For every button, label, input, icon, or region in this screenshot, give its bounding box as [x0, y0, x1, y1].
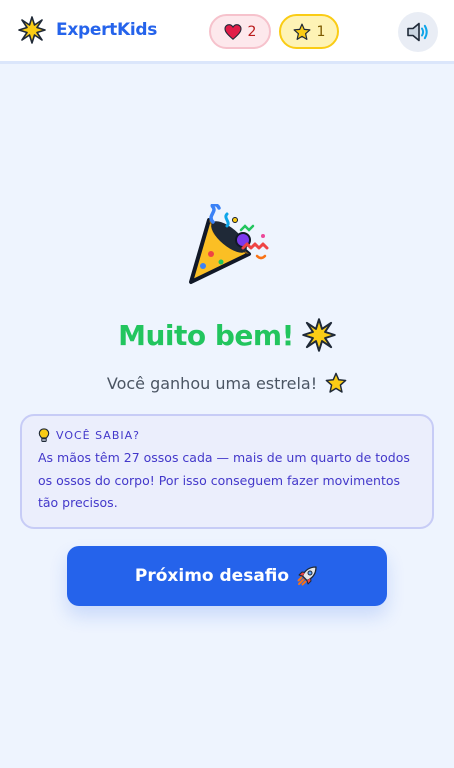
result-subtitle: Você ganhou uma estrela!	[0, 372, 454, 394]
sparkle-icon	[302, 318, 336, 352]
fun-fact-text: As mãos têm 27 ossos cada — mais de um q…	[38, 450, 410, 510]
top-bar: ExpertKids 2 1	[0, 0, 454, 64]
brand[interactable]: ExpertKids	[18, 16, 157, 44]
next-challenge-label: Próximo desafio	[134, 566, 290, 586]
lightbulb-icon	[38, 428, 50, 442]
rocket-icon	[297, 566, 317, 586]
lives-count: 2	[247, 23, 257, 40]
fun-fact-header: VOCÊ SABIA?	[38, 428, 416, 443]
fun-fact-card: VOCÊ SABIA? As mãos têm 27 ossos cada — …	[20, 414, 434, 529]
stars-count: 1	[316, 23, 326, 40]
result-title: Muito bem!	[0, 318, 454, 352]
heart-icon	[223, 23, 242, 40]
result-subtitle-text: Você ganhou uma estrela!	[106, 373, 318, 393]
sparkle-icon	[18, 16, 46, 44]
fun-fact-heading: VOCÊ SABIA?	[56, 429, 140, 442]
speaker-icon	[407, 22, 428, 42]
lives-badge: 2	[209, 14, 271, 49]
sound-toggle-button[interactable]	[398, 12, 438, 52]
stars-badge: 1	[279, 14, 339, 49]
party-popper-icon	[183, 202, 271, 292]
star-icon	[325, 372, 347, 393]
next-challenge-button[interactable]: Próximo desafio	[67, 546, 387, 606]
result-title-text: Muito bem!	[118, 318, 294, 352]
brand-name: ExpertKids	[56, 20, 158, 40]
star-icon	[293, 23, 311, 40]
